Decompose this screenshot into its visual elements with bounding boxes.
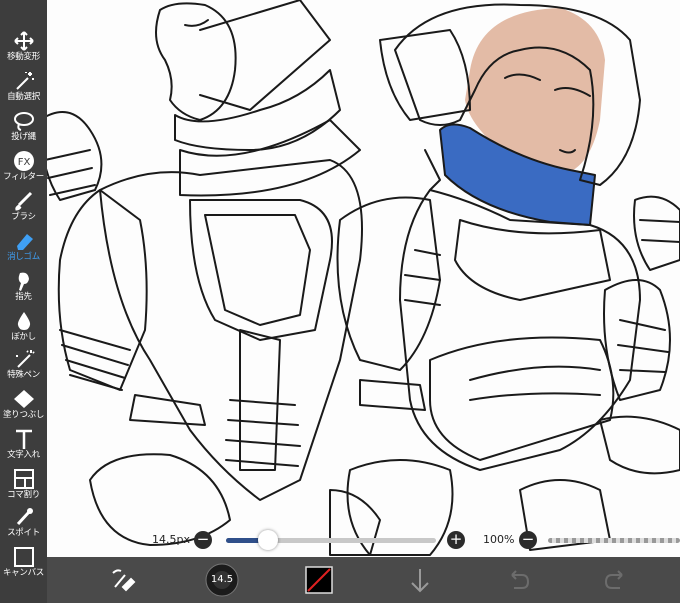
text-icon xyxy=(15,429,32,449)
opacity-decrease-button[interactable]: − xyxy=(519,531,537,549)
brush-preview-size: 14.5 xyxy=(210,574,234,585)
brush-preview-button[interactable]: 14.5 xyxy=(204,562,240,597)
pen-swap-icon xyxy=(112,569,136,592)
tool-label: 特殊ペン xyxy=(7,370,40,380)
brush-size-thumb[interactable] xyxy=(258,530,278,550)
tool-label: 文字入れ xyxy=(7,450,40,460)
tool-label: コマ割り xyxy=(7,490,40,500)
layer-down-button[interactable] xyxy=(405,563,435,597)
finger-icon xyxy=(18,272,29,291)
tool-finger[interactable]: 指先 xyxy=(0,270,47,302)
tool-text[interactable]: 文字入れ xyxy=(0,428,47,460)
brush-size-decrease-button[interactable]: − xyxy=(194,531,212,549)
tool-label: ブラシ xyxy=(11,212,36,222)
tool-palette: 移動変形 自動選択 投げ縄 FX フィルター ブラシ 消しゴム 指先 ぼかし 特… xyxy=(0,0,47,603)
brush-size-increase-button[interactable]: + xyxy=(447,531,465,549)
bucket-icon xyxy=(13,390,34,408)
special-pen-icon xyxy=(15,350,35,368)
tool-brush[interactable]: ブラシ xyxy=(0,190,47,222)
tool-label: ぼかし xyxy=(11,332,36,342)
frame-divider-icon xyxy=(13,469,34,489)
tool-eyedropper[interactable]: スポイト xyxy=(0,506,47,538)
eraser-icon xyxy=(16,234,33,250)
eyedropper-icon xyxy=(16,508,33,526)
color-swatch-button[interactable] xyxy=(305,566,333,594)
tool-auto-select[interactable]: 自動選択 xyxy=(0,70,47,102)
tool-label: 移動変形 xyxy=(7,52,40,62)
tool-label: 塗りつぶし xyxy=(2,410,45,420)
tool-label: キャンバス xyxy=(2,568,44,578)
canvas-icon xyxy=(13,547,34,567)
pen-eraser-swap-button[interactable] xyxy=(105,563,139,597)
tool-eraser[interactable]: 消しゴム xyxy=(0,230,47,262)
tool-frame[interactable]: コマ割り xyxy=(0,468,47,500)
brush-icon xyxy=(14,191,32,211)
lasso-icon xyxy=(13,112,34,131)
arrow-down-icon xyxy=(411,569,429,593)
brush-size-value: 14.5px xyxy=(152,533,190,546)
tool-filter[interactable]: FX フィルター xyxy=(0,150,47,182)
tool-canvas[interactable]: キャンバス xyxy=(0,546,47,578)
move-arrows-icon xyxy=(13,31,34,51)
drawing-canvas[interactable] xyxy=(0,0,680,603)
redo-button[interactable] xyxy=(602,563,632,597)
magic-wand-icon xyxy=(15,72,34,90)
svg-text:FX: FX xyxy=(17,157,30,168)
drop-icon xyxy=(17,312,30,330)
opacity-value: 100% xyxy=(483,533,515,546)
fx-icon: FX xyxy=(13,151,34,171)
undo-button[interactable] xyxy=(502,563,532,597)
color-swatch-icon xyxy=(305,566,333,594)
tool-fill[interactable]: 塗りつぶし xyxy=(0,388,47,420)
tool-label: 投げ縄 xyxy=(11,132,36,142)
tool-blur[interactable]: ぼかし xyxy=(0,310,47,342)
line-art xyxy=(39,0,680,556)
undo-icon xyxy=(511,570,530,589)
bottom-toolbar: 14.5 xyxy=(47,557,680,603)
tool-special-pen[interactable]: 特殊ペン xyxy=(0,348,47,380)
tool-label: 自動選択 xyxy=(7,92,40,102)
tool-label: スポイト xyxy=(7,528,40,538)
tool-move[interactable]: 移動変形 xyxy=(0,30,47,62)
tool-label: 消しゴム xyxy=(7,252,40,262)
tool-lasso[interactable]: 投げ縄 xyxy=(0,110,47,142)
redo-icon xyxy=(604,570,623,589)
tool-label: フィルター xyxy=(3,172,44,182)
opacity-track[interactable] xyxy=(548,538,680,543)
tool-label: 指先 xyxy=(15,292,32,302)
